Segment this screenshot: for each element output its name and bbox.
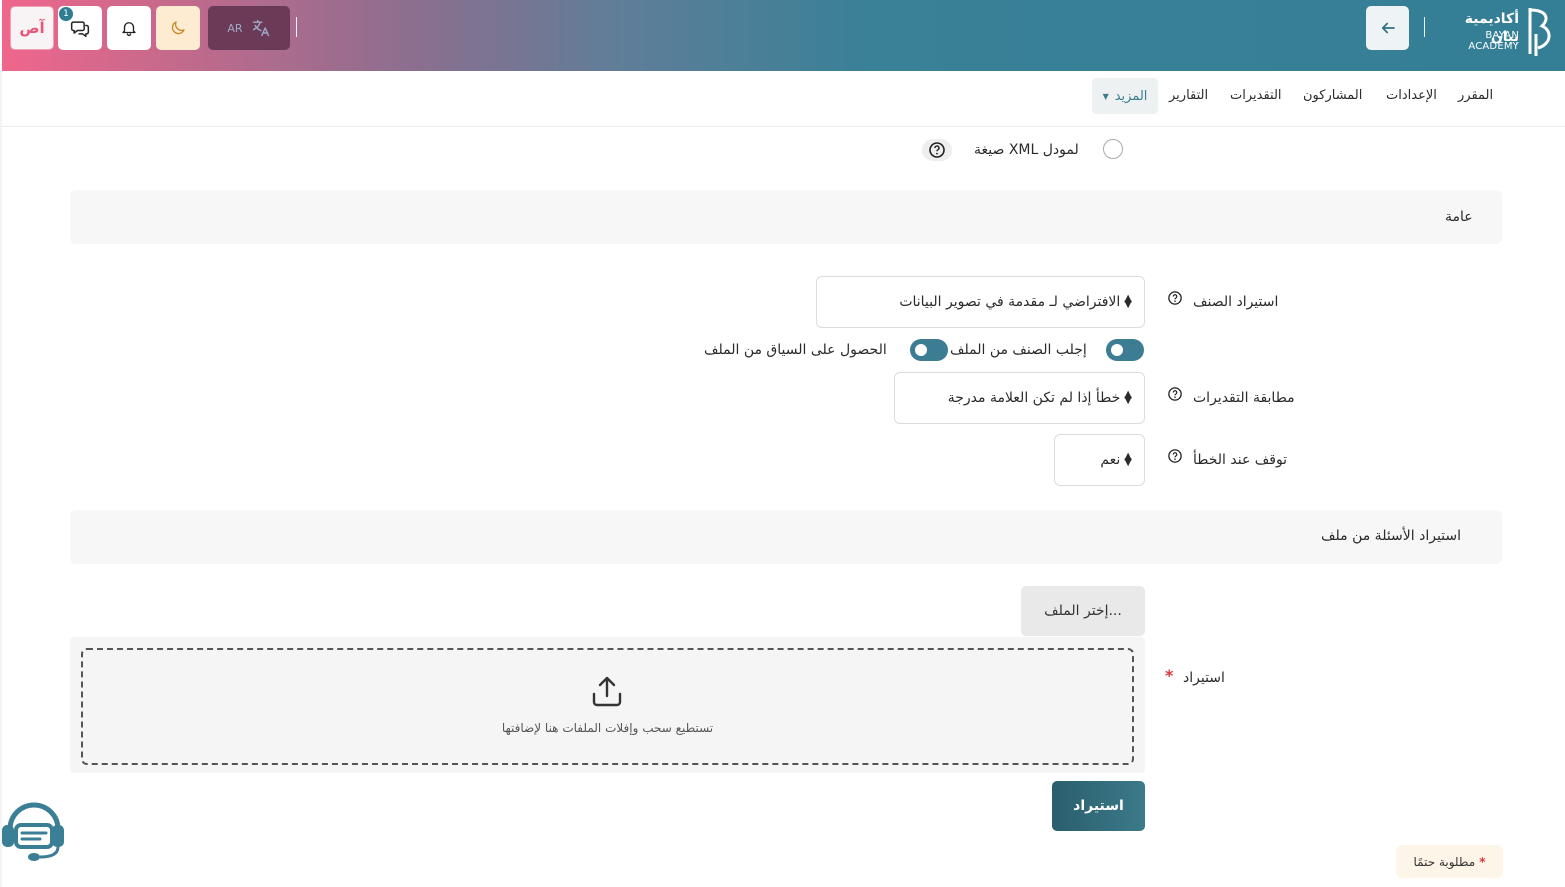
nav-more-dropdown[interactable]: ▼ المزيد bbox=[1092, 78, 1158, 114]
format-xml-label: صيغة XML لمودل bbox=[974, 142, 1079, 158]
general-section-title: عامة bbox=[1445, 209, 1473, 225]
upload-icon bbox=[592, 676, 622, 707]
bell-icon bbox=[122, 22, 136, 37]
grade-matching-value: خطأ إذا لم تكن العلامة مدرجة bbox=[947, 390, 1121, 406]
stop-on-error-value: نعم bbox=[1100, 452, 1121, 468]
required-note: مطلوبة حتمًا * bbox=[1396, 845, 1503, 878]
nav-grades[interactable]: التقديرات bbox=[1230, 88, 1282, 103]
import-field-label: استيراد bbox=[1183, 670, 1225, 686]
import-submit-button[interactable]: استيراد bbox=[1052, 781, 1145, 831]
moon-icon bbox=[171, 21, 185, 35]
import-from-file-section-header[interactable] bbox=[70, 510, 1502, 564]
grade-matching-label: مطابقة التقديرات bbox=[1193, 390, 1295, 406]
sort-arrows-icon: ▲ ▼ bbox=[1124, 293, 1132, 310]
bayan-logo-icon bbox=[1528, 8, 1551, 56]
message-count-badge: 1 bbox=[58, 6, 74, 22]
arrow-left-icon bbox=[1381, 22, 1395, 34]
caret-down-icon: ▼ bbox=[1102, 91, 1109, 101]
category-from-file-toggle[interactable] bbox=[1106, 339, 1144, 361]
help-icon[interactable] bbox=[1168, 291, 1182, 305]
help-icon[interactable] bbox=[1168, 387, 1182, 401]
import-from-file-section-title: استيراد الأسئلة من ملف bbox=[1321, 528, 1462, 544]
required-star: * bbox=[1165, 666, 1174, 685]
import-category-select[interactable]: الافتراضي لـ مقدمة في تصوير البيانات ▲ ▼ bbox=[816, 276, 1145, 328]
sort-arrows-icon: ▲ ▼ bbox=[1124, 389, 1132, 406]
sort-arrows-icon: ▲ ▼ bbox=[1124, 451, 1132, 468]
nav-course[interactable]: المقرر bbox=[1458, 88, 1493, 103]
nav-reports[interactable]: التقارير bbox=[1169, 88, 1208, 103]
page-left-border bbox=[0, 71, 2, 887]
context-from-file-toggle[interactable] bbox=[910, 339, 948, 361]
stop-on-error-label: توقف عند الخطأ bbox=[1193, 452, 1288, 468]
dark-mode-toggle[interactable] bbox=[156, 6, 200, 50]
help-icon[interactable] bbox=[1168, 449, 1182, 463]
format-xml-radio[interactable] bbox=[1103, 139, 1123, 159]
user-menu-button[interactable]: آص bbox=[10, 6, 54, 50]
language-switcher[interactable]: AR bbox=[208, 6, 290, 50]
nav-divider bbox=[2, 126, 1565, 127]
import-category-value: الافتراضي لـ مقدمة في تصوير البيانات bbox=[899, 294, 1121, 310]
required-note-text: مطلوبة حتمًا bbox=[1413, 854, 1476, 869]
header-divider-right bbox=[1424, 17, 1425, 37]
import-category-label: استيراد الصنف bbox=[1193, 294, 1279, 310]
nav-participants[interactable]: المشاركون bbox=[1303, 88, 1362, 103]
chat-icon bbox=[70, 21, 90, 38]
required-star: * bbox=[1479, 854, 1486, 869]
stop-on-error-select[interactable]: نعم ▲ ▼ bbox=[1054, 434, 1145, 486]
grade-matching-select[interactable]: خطأ إذا لم تكن العلامة مدرجة ▲ ▼ bbox=[894, 372, 1145, 424]
dropzone-hint: تستطيع سحب وإفلات الملفات هنا لإضافتها bbox=[501, 721, 714, 735]
logo-english-text: BAYAN ACADEMY bbox=[1468, 30, 1519, 52]
back-button[interactable] bbox=[1366, 6, 1409, 50]
header-divider-left bbox=[296, 17, 297, 37]
notifications-button[interactable] bbox=[107, 6, 151, 50]
help-icon[interactable] bbox=[922, 139, 952, 161]
general-section-header[interactable] bbox=[70, 190, 1502, 244]
category-from-file-label: إجلب الصنف من الملف bbox=[950, 342, 1087, 358]
support-headset-icon[interactable] bbox=[0, 795, 70, 867]
choose-file-button[interactable]: إختر الملف... bbox=[1021, 586, 1145, 636]
nav-more-label: المزيد bbox=[1114, 88, 1148, 104]
translate-icon bbox=[252, 19, 269, 37]
nav-settings[interactable]: الإعدادات bbox=[1386, 88, 1437, 103]
context-from-file-label: الحصول على السياق من الملف bbox=[704, 342, 887, 358]
language-code: AR bbox=[227, 21, 243, 35]
